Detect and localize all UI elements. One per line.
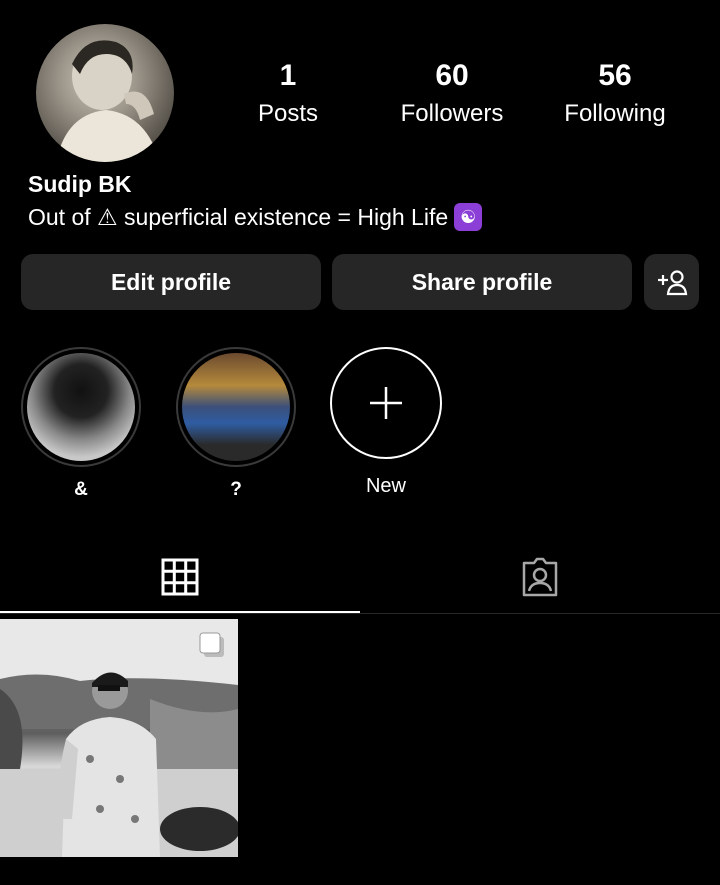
following-count: 56 xyxy=(598,59,632,92)
posts-count: 1 xyxy=(279,59,297,92)
followers-stat[interactable]: 60 Followers xyxy=(382,58,522,130)
yin-yang-emoji: ☯ xyxy=(454,203,483,231)
grid-icon xyxy=(161,558,199,595)
multiple-posts-icon xyxy=(199,632,224,657)
tab-posts-grid[interactable] xyxy=(0,540,360,613)
followers-label: Followers xyxy=(400,100,504,127)
share-profile-button[interactable]: Share profile xyxy=(332,254,632,310)
new-highlight-label: New xyxy=(365,475,406,497)
post-thumbnail[interactable] xyxy=(0,619,238,857)
highlight-caption: ? xyxy=(230,479,242,500)
add-user-icon xyxy=(657,270,687,296)
highlight-item[interactable]: ? xyxy=(176,347,296,501)
profile-avatar[interactable] xyxy=(36,24,174,162)
highlight-caption: & xyxy=(74,479,88,500)
following-stat[interactable]: 56 Following xyxy=(545,58,685,130)
highlight-ring xyxy=(21,347,141,467)
add-user-button[interactable] xyxy=(644,254,699,310)
tagged-icon xyxy=(522,557,558,596)
new-highlight-ring xyxy=(330,347,442,459)
followers-count: 60 xyxy=(435,59,469,92)
highlight-item[interactable]: & xyxy=(21,347,141,501)
highlight-cover xyxy=(182,353,290,461)
posts-stat[interactable]: 1 Posts xyxy=(218,58,358,130)
edit-profile-button[interactable]: Edit profile xyxy=(21,254,321,310)
highlight-cover xyxy=(27,353,135,461)
avatar-photo xyxy=(56,40,160,162)
tabs-divider xyxy=(0,613,720,614)
tab-tagged[interactable] xyxy=(360,540,720,613)
profile-bio: Out of ⚠ superficial existence = High Li… xyxy=(28,203,483,231)
profile-name: Sudip BK xyxy=(28,171,132,197)
bio-text: Out of ⚠ superficial existence = High Li… xyxy=(28,203,449,230)
highlight-ring xyxy=(176,347,296,467)
following-label: Following xyxy=(564,100,666,127)
profile-tabs xyxy=(0,540,720,615)
posts-label: Posts xyxy=(257,100,319,127)
new-highlight-button[interactable]: New xyxy=(330,347,450,498)
plus-icon xyxy=(370,387,402,419)
